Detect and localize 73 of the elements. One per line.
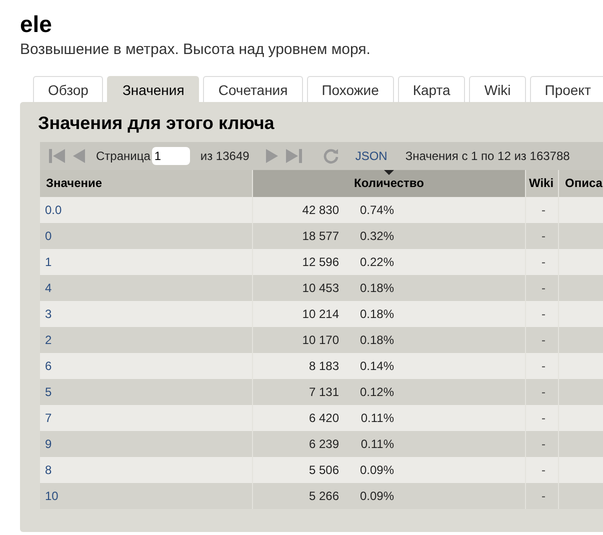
value-link[interactable]: 10 [45, 489, 58, 503]
range-text: Значения с 1 по 12 из 163788 [405, 149, 570, 163]
wiki-cell: - [542, 437, 546, 451]
value-link[interactable]: 5 [45, 385, 52, 399]
percent-cell-text: 0.22% [358, 255, 394, 269]
percent-cell-text: 0.14% [358, 359, 394, 373]
wiki-cell: - [542, 411, 546, 425]
wiki-cell: - [542, 255, 546, 269]
wiki-cell: - [542, 333, 546, 347]
page-title: ele [19, 10, 53, 38]
tab[interactable]: Значения [107, 76, 200, 102]
tab[interactable]: Карта [398, 76, 466, 102]
percent-cell-text: 0.11% [360, 437, 394, 451]
wiki-cell: - [542, 229, 546, 243]
wiki-cell: - [542, 203, 546, 217]
page-label: Страница [96, 149, 150, 163]
value-link[interactable]: 8 [45, 463, 52, 477]
count-cell-text: 5 506 [308, 463, 339, 477]
count-cell-text: 18 577 [301, 229, 339, 243]
tab[interactable]: Wiki [469, 76, 526, 102]
percent-cell-text: 0.18% [358, 281, 394, 295]
value-link[interactable]: 4 [45, 281, 52, 295]
wiki-cell: - [542, 359, 546, 373]
count-cell-text: 10 170 [301, 333, 339, 347]
column-header[interactable]: Количество [253, 170, 526, 197]
wiki-cell: - [542, 463, 546, 477]
count-cell-text: 10 214 [301, 307, 339, 321]
next-page-icon[interactable] [265, 148, 280, 164]
percent-cell-text: 0.09% [358, 463, 394, 477]
wiki-cell: - [542, 489, 546, 503]
value-link[interactable]: 9 [45, 437, 52, 451]
percent-cell-text: 0.09% [358, 489, 394, 503]
count-cell-text: 5 266 [308, 489, 339, 503]
count-cell-text: 6 420 [308, 411, 339, 425]
panel-title: Значения для этого ключа [37, 112, 276, 135]
tab[interactable]: Обзор [33, 76, 104, 102]
wiki-cell: - [542, 385, 546, 399]
value-link[interactable]: 7 [45, 411, 52, 425]
wiki-cell: - [542, 281, 546, 295]
count-cell-text: 10 453 [301, 281, 339, 295]
sort-arrow-icon [384, 170, 394, 175]
percent-cell-text: 0.12% [358, 385, 394, 399]
page-input[interactable]: 1 [152, 147, 190, 165]
tab[interactable]: Проект [530, 76, 603, 102]
value-link[interactable]: 0.0 [45, 203, 62, 217]
value-link[interactable]: 0 [45, 229, 52, 243]
last-page-icon[interactable] [285, 148, 304, 164]
first-page-icon[interactable] [48, 148, 66, 164]
count-cell-text: 7 131 [308, 385, 339, 399]
count-cell-text: 42 830 [301, 203, 339, 217]
refresh-icon[interactable] [323, 148, 340, 164]
count-cell-text: 12 596 [301, 255, 339, 269]
tab[interactable]: Похожие [306, 76, 394, 102]
value-link[interactable]: 2 [45, 333, 52, 347]
json-link[interactable]: JSON [355, 149, 388, 163]
percent-cell-text: 0.32% [358, 229, 394, 243]
percent-cell-text: 0.11% [360, 411, 394, 425]
percent-cell-text: 0.74% [358, 203, 394, 217]
wiki-cell: - [542, 307, 546, 321]
percent-cell-text: 0.18% [358, 307, 394, 321]
previous-page-icon[interactable] [72, 148, 86, 164]
count-cell-text: 8 183 [308, 359, 339, 373]
tab[interactable]: Сочетания [203, 76, 303, 102]
column-header[interactable]: Wiki [526, 170, 559, 197]
value-link[interactable]: 3 [45, 307, 52, 321]
column-header[interactable]: Описа [559, 170, 603, 197]
percent-cell-text: 0.18% [358, 333, 394, 347]
value-link[interactable]: 1 [45, 255, 52, 269]
page-count: из 13649 [200, 149, 250, 163]
page-description: Возвышение в метрах. Высота над уровнем моря. [19, 40, 372, 60]
column-header[interactable]: Значение [40, 170, 253, 197]
value-link[interactable]: 6 [45, 359, 52, 373]
count-cell-text: 6 239 [308, 437, 339, 451]
